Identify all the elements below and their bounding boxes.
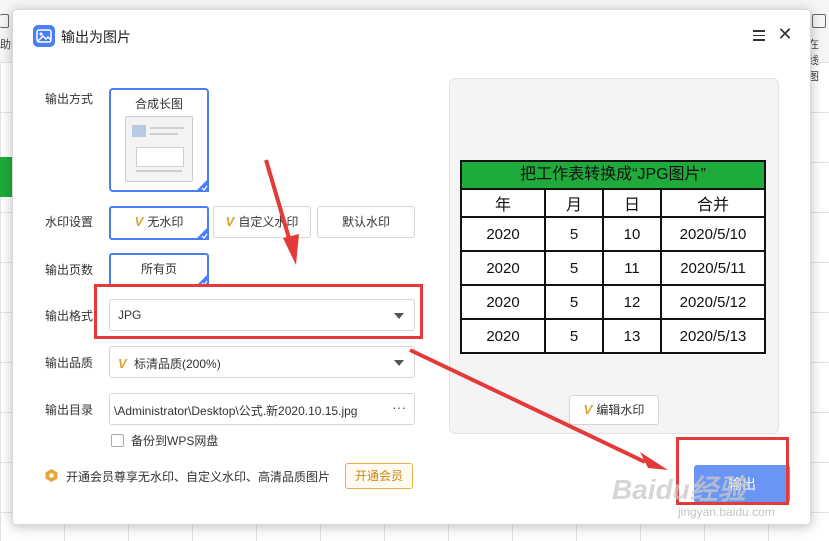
arrow-to-output [409,348,646,464]
arrow-to-format [264,159,293,246]
annotation-arrows [264,159,668,470]
baidu-watermark-url: jingyan.baidu.com [678,505,775,519]
arrow-head-format [283,234,299,265]
baidu-watermark: Baidu经验 [612,474,746,505]
